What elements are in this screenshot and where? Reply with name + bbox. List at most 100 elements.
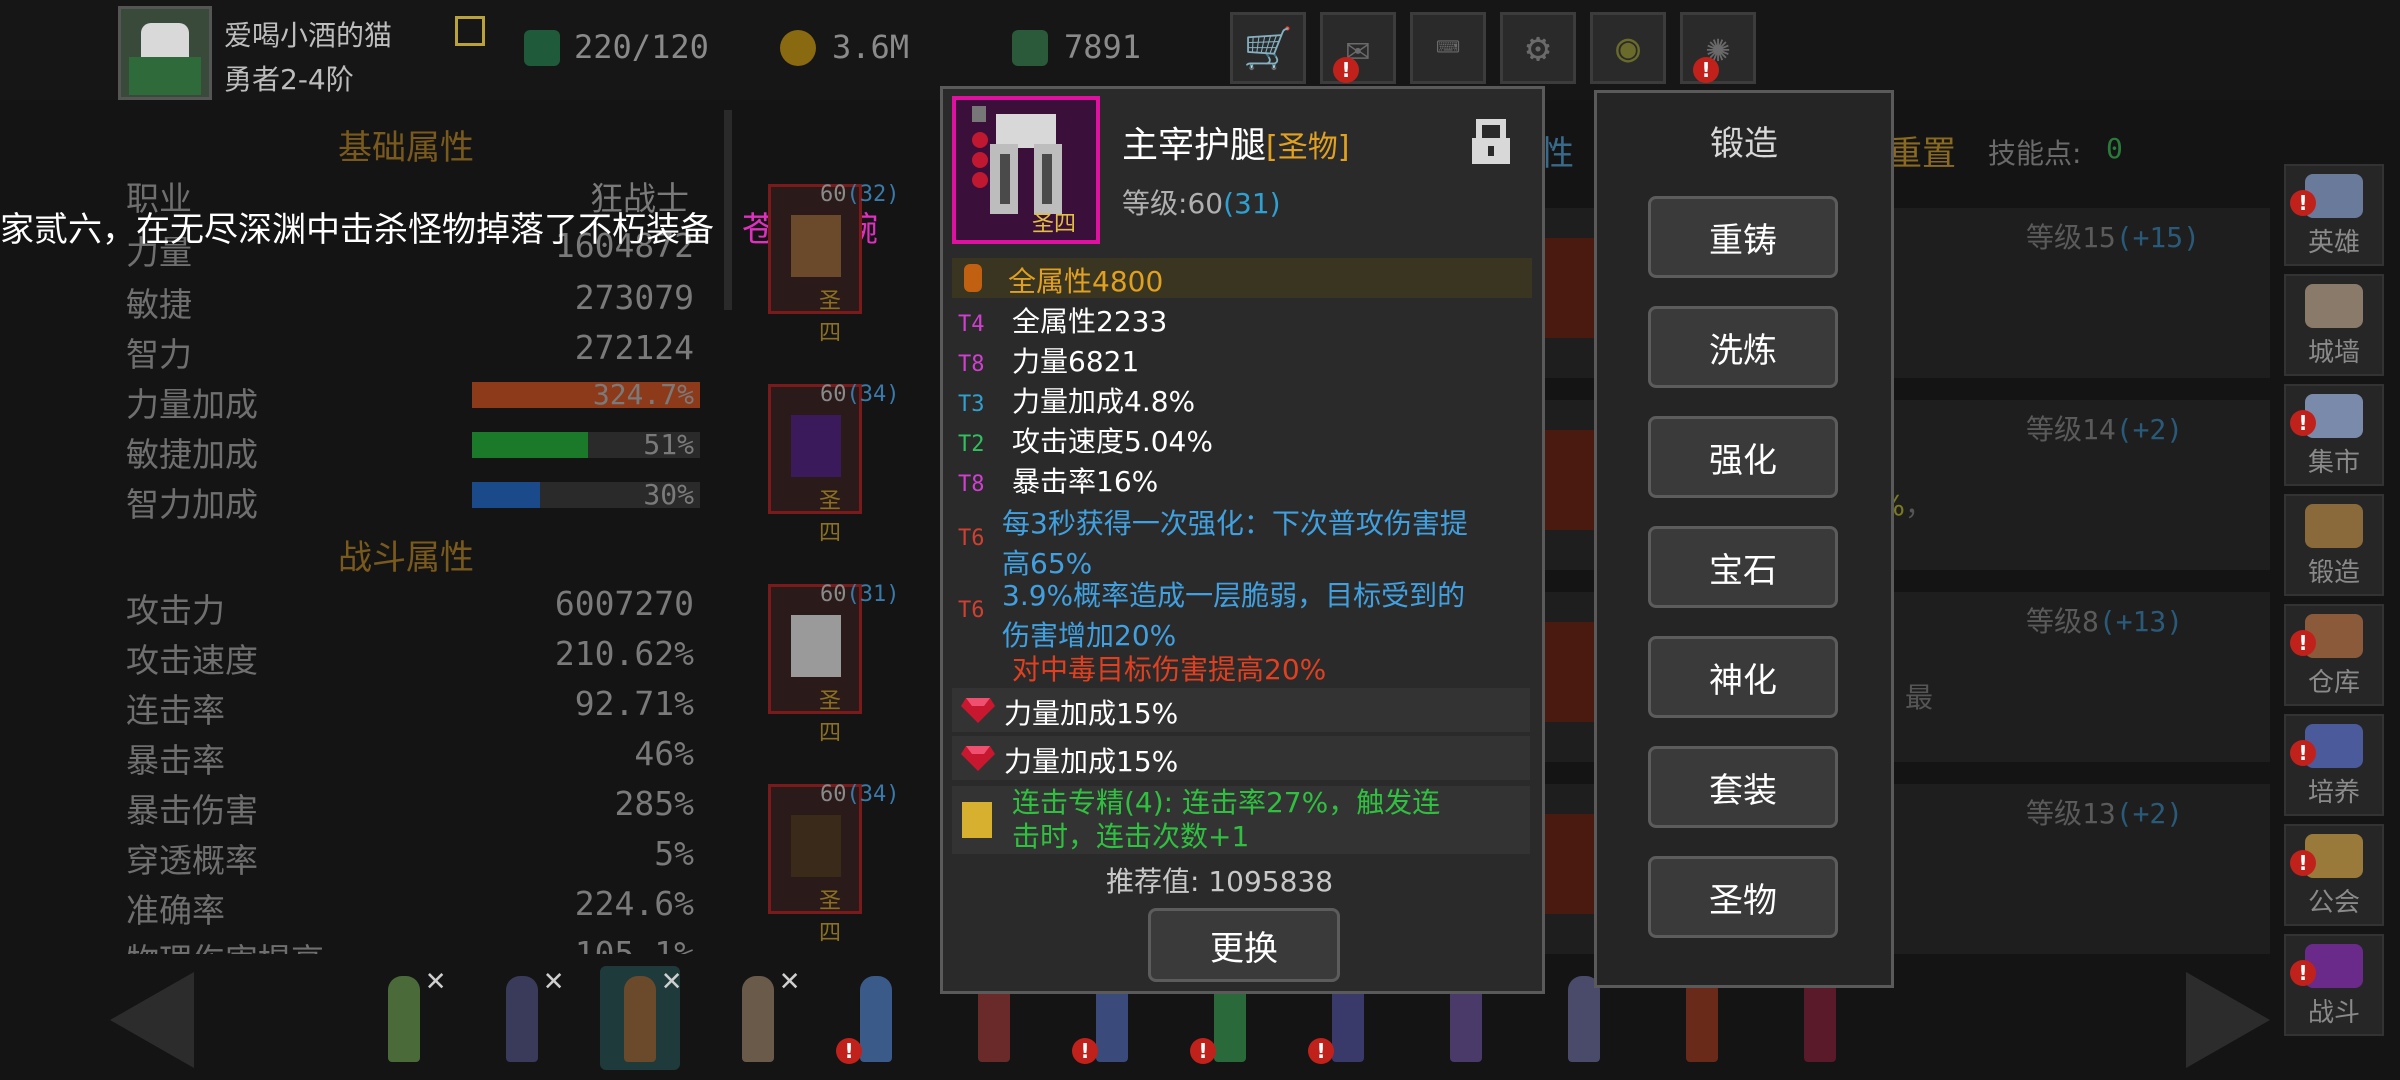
equipment-level-value: 60: [820, 782, 847, 807]
equipment-level-wrap: 60(32): [820, 182, 899, 207]
next-page-arrow[interactable]: [2186, 972, 2270, 1068]
nav-chest[interactable]: 仓库!: [2284, 604, 2384, 706]
hero-sprite: [860, 976, 892, 1062]
special-affix-2: T6 3.9%概率造成一层脆弱，目标受到的 伤害增加20%: [958, 574, 1534, 654]
equipment-tag: 圣四: [819, 489, 842, 546]
skill-level-text: 等级13: [2026, 797, 2116, 830]
forge-button[interactable]: 强化: [1648, 416, 1838, 498]
affix-tier: T2: [958, 432, 985, 457]
equipment-tag: 圣四: [819, 889, 842, 946]
lock-icon[interactable]: [1470, 118, 1512, 166]
item-level-sub: (31): [1223, 187, 1281, 220]
equipment-tag: 圣四: [819, 289, 842, 346]
game-button[interactable]: ⌨: [1410, 12, 1486, 84]
settings-button[interactable]: ⚙: [1500, 12, 1576, 84]
attribute-tab[interactable]: 性: [1540, 126, 1574, 175]
remove-icon[interactable]: ✕: [662, 960, 681, 998]
cart-icon: 🛒: [1243, 25, 1293, 72]
skill-level-bonus: (+2): [2115, 797, 2184, 830]
nav-market[interactable]: 集市!: [2284, 384, 2384, 486]
nav-trophy[interactable]: 培养!: [2284, 714, 2384, 816]
remove-icon[interactable]: ✕: [780, 960, 799, 998]
skill-points-label: 技能点:: [1988, 137, 2082, 170]
nav-label: 集市: [2307, 448, 2360, 478]
equipment-level: 60(34): [820, 382, 899, 407]
player-rank: 勇者2-4阶: [224, 63, 354, 96]
fireworks-button[interactable]: ✺!: [1680, 12, 1756, 84]
forge-button[interactable]: 圣物: [1648, 856, 1838, 938]
affix-row: T3 力量加成4.8%: [958, 380, 1534, 420]
special-affix-2-text: 3.9%概率造成一层脆弱，目标受到的 伤害增加20%: [1002, 574, 1465, 654]
equipment-level-wrap: 60(31): [820, 582, 899, 607]
remove-icon[interactable]: ✕: [426, 960, 445, 998]
forge-title: 锻造: [1710, 124, 1778, 164]
affix-row: T4 全属性2233: [958, 300, 1534, 340]
set-bonus-line2: 击时，连击次数+1: [1012, 820, 1250, 853]
int-label: 智力: [126, 335, 192, 374]
hero-sprite: [742, 976, 774, 1062]
energy-icon: [524, 30, 560, 66]
hero-dancer[interactable]: ✕: [718, 960, 799, 1070]
affix-tier: T3: [958, 392, 985, 417]
item-level: 等级:60(31): [1122, 182, 1281, 222]
main-affix: 全属性4800: [1008, 265, 1164, 298]
combat-stat-value: 92.71%: [574, 684, 694, 723]
shop-button[interactable]: 🛒: [1230, 12, 1306, 84]
nav-portal[interactable]: 战斗!: [2284, 934, 2384, 1036]
combat-stat-value: 285%: [614, 784, 694, 823]
combat-stat-label: 物理伤害提高: [126, 934, 324, 954]
alert-icon: !: [1072, 1038, 1098, 1064]
nav-lion[interactable]: 公会!: [2284, 824, 2384, 926]
forge-button[interactable]: 重铸: [1648, 196, 1838, 278]
affix-tier: T8: [958, 352, 985, 377]
hero-mage[interactable]: !: [836, 966, 916, 1070]
nav-helmet[interactable]: 英雄!: [2284, 164, 2384, 266]
combat-stats-list[interactable]: 攻击力 6007270 攻击速度 210.62% 连击率 92.71% 暴击率 46% 暴击伤害…: [126, 584, 696, 954]
skill-level-text: 等级8: [2026, 605, 2099, 638]
nav-castle[interactable]: 城墙: [2284, 274, 2384, 376]
item-level-label: 等级:: [1122, 187, 1188, 220]
gold-value: 3.6M: [832, 28, 910, 66]
item-title: 主宰护腿[圣物]: [1122, 116, 1349, 168]
forge-button[interactable]: 洗炼: [1648, 306, 1838, 388]
combat-stat-value: 105.1%: [574, 934, 694, 954]
energy-value: 220/120: [574, 28, 709, 66]
ruby-gem-icon: [961, 698, 995, 723]
hero-berserker[interactable]: ✕: [600, 960, 681, 1070]
nav-anvil[interactable]: 锻造: [2284, 494, 2384, 596]
combat-stat-label: 攻击力: [126, 591, 225, 630]
gem-icon: [1012, 30, 1048, 66]
affix-row: T2 攻击速度5.04%: [958, 420, 1534, 460]
set-bonus-row: 连击专精(4): 连击率27%，触发连 击时，连击次数+1: [952, 786, 1530, 854]
hero-sprite: [624, 976, 656, 1062]
ruby-gem-icon: [961, 746, 995, 771]
remove-icon[interactable]: ✕: [544, 960, 563, 998]
forge-button[interactable]: 神化: [1648, 636, 1838, 718]
affix-tier: T8: [958, 472, 985, 497]
events-button[interactable]: ◉: [1590, 12, 1666, 84]
forge-button[interactable]: 套装: [1648, 746, 1838, 828]
item-name: 主宰护腿: [1122, 125, 1267, 166]
player-avatar[interactable]: [118, 6, 212, 100]
special-affix-3: 对中毒目标伤害提高20%: [1012, 653, 1327, 686]
affix-text: 全属性2233: [1012, 305, 1168, 338]
replace-button[interactable]: 更换: [1148, 908, 1340, 982]
item-image: 圣四: [952, 96, 1100, 244]
gem-value: 7891: [1064, 28, 1142, 66]
aperture-icon: ◉: [1615, 25, 1641, 71]
forge-button[interactable]: 宝石: [1648, 526, 1838, 608]
hero-archer[interactable]: ✕: [364, 960, 445, 1070]
item-level-value: 60: [1187, 187, 1224, 220]
edit-icon[interactable]: [455, 16, 485, 46]
equipment-level-value: 60: [820, 382, 847, 407]
reset-button[interactable]: 重置: [1888, 126, 1956, 175]
mail-button[interactable]: ✉!: [1320, 12, 1396, 84]
hero-swordsman[interactable]: ✕: [482, 960, 563, 1070]
combat-stat-label: 穿透概率: [126, 841, 258, 880]
combat-stat-label: 暴击率: [126, 741, 225, 780]
special-affix-2-tier: T6: [958, 598, 985, 623]
equipment-level-sub: (31): [846, 582, 900, 607]
skill-level: 等级15(+15): [2026, 216, 2200, 256]
flag-icon: [962, 802, 992, 838]
prev-page-arrow[interactable]: [110, 972, 194, 1068]
